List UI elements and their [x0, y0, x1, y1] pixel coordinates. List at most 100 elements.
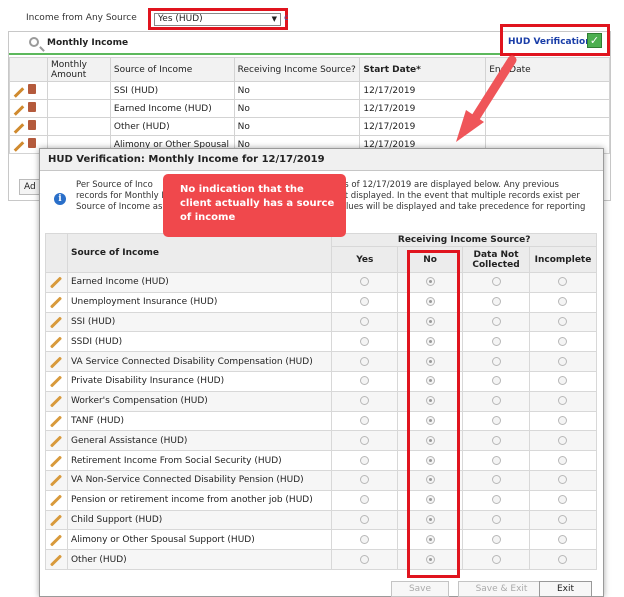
row-edit[interactable] [45, 549, 68, 570]
radio-no[interactable] [425, 297, 435, 307]
radio-incomplete[interactable] [558, 277, 568, 287]
row-edit[interactable] [45, 450, 68, 471]
radio-incomplete[interactable] [558, 554, 568, 564]
radio-yes[interactable] [360, 396, 370, 406]
row-edit[interactable] [45, 390, 68, 412]
radio-no[interactable] [425, 475, 435, 485]
radio-yes[interactable] [360, 514, 370, 524]
radio-yes[interactable] [360, 475, 370, 485]
trash-icon[interactable] [27, 84, 36, 94]
radio-yes[interactable] [360, 495, 370, 505]
checkmark-icon[interactable]: ✓ [587, 33, 602, 48]
pencil-icon[interactable] [50, 514, 63, 527]
radio-dnc[interactable] [491, 277, 501, 287]
hud-verification-link[interactable]: HUD Verification [508, 37, 592, 47]
radio-dnc[interactable] [491, 554, 501, 564]
radio-incomplete[interactable] [558, 297, 568, 307]
radio-dnc[interactable] [491, 316, 501, 326]
radio-incomplete[interactable] [558, 435, 568, 445]
row-edit[interactable] [45, 430, 68, 452]
radio-dnc[interactable] [491, 435, 501, 445]
radio-incomplete[interactable] [558, 495, 568, 505]
pencil-icon[interactable] [50, 455, 63, 468]
income-any-source-select[interactable]: Yes (HUD) ▼ [154, 13, 281, 26]
radio-incomplete[interactable] [558, 396, 568, 406]
pencil-icon[interactable] [50, 395, 63, 408]
pencil-icon[interactable] [50, 415, 63, 428]
radio-dnc[interactable] [491, 455, 501, 465]
trash-icon[interactable] [27, 138, 36, 148]
pencil-icon[interactable] [50, 276, 63, 289]
radio-no[interactable] [425, 336, 435, 346]
radio-yes[interactable] [360, 356, 370, 366]
radio-dnc[interactable] [491, 396, 501, 406]
radio-incomplete[interactable] [558, 356, 568, 366]
radio-incomplete[interactable] [558, 415, 568, 425]
pencil-icon[interactable] [13, 105, 25, 116]
trash-icon[interactable] [27, 102, 36, 112]
radio-yes[interactable] [360, 554, 370, 564]
radio-incomplete[interactable] [558, 376, 568, 386]
pencil-icon[interactable] [50, 336, 63, 349]
radio-no[interactable] [425, 316, 435, 326]
pencil-icon[interactable] [50, 554, 63, 567]
pencil-icon[interactable] [50, 296, 63, 309]
radio-incomplete[interactable] [558, 336, 568, 346]
radio-no[interactable] [425, 554, 435, 564]
pencil-icon[interactable] [50, 494, 63, 507]
radio-no[interactable] [425, 514, 435, 524]
row-edit[interactable] [45, 469, 68, 491]
radio-no[interactable] [425, 495, 435, 505]
radio-no[interactable] [425, 376, 435, 386]
radio-dnc[interactable] [491, 297, 501, 307]
radio-no[interactable] [425, 396, 435, 406]
radio-yes[interactable] [360, 316, 370, 326]
radio-no[interactable] [425, 356, 435, 366]
pencil-icon[interactable] [50, 356, 63, 369]
radio-dnc[interactable] [491, 534, 501, 544]
radio-yes[interactable] [360, 277, 370, 287]
pencil-icon[interactable] [13, 141, 25, 152]
save-button[interactable]: Save [391, 581, 449, 597]
radio-dnc[interactable] [491, 336, 501, 346]
radio-incomplete[interactable] [558, 534, 568, 544]
pencil-icon[interactable] [50, 534, 63, 547]
pencil-icon[interactable] [50, 435, 63, 448]
row-edit[interactable] [45, 351, 68, 372]
pencil-icon[interactable] [50, 474, 63, 487]
radio-yes[interactable] [360, 455, 370, 465]
pencil-icon[interactable] [50, 375, 63, 388]
pencil-icon[interactable] [50, 316, 63, 329]
radio-no[interactable] [425, 534, 435, 544]
row-edit[interactable] [45, 272, 68, 293]
radio-yes[interactable] [360, 435, 370, 445]
row-edit[interactable] [45, 410, 68, 432]
radio-yes[interactable] [360, 376, 370, 386]
radio-yes[interactable] [360, 534, 370, 544]
row-edit[interactable] [45, 509, 68, 531]
row-edit[interactable] [45, 311, 68, 333]
radio-dnc[interactable] [491, 475, 501, 485]
trash-icon[interactable] [27, 120, 36, 130]
select-extra-link[interactable]: c [284, 13, 288, 22]
radio-dnc[interactable] [491, 495, 501, 505]
radio-dnc[interactable] [491, 514, 501, 524]
row-edit[interactable] [45, 489, 68, 511]
radio-no[interactable] [425, 415, 435, 425]
row-edit[interactable] [45, 370, 68, 392]
radio-no[interactable] [425, 435, 435, 445]
radio-incomplete[interactable] [558, 455, 568, 465]
radio-incomplete[interactable] [558, 475, 568, 485]
radio-incomplete[interactable] [558, 514, 568, 524]
pencil-icon[interactable] [13, 123, 25, 134]
radio-dnc[interactable] [491, 356, 501, 366]
radio-dnc[interactable] [491, 376, 501, 386]
row-edit[interactable] [45, 331, 68, 353]
radio-incomplete[interactable] [558, 316, 568, 326]
row-edit[interactable] [45, 291, 68, 313]
radio-yes[interactable] [360, 415, 370, 425]
radio-yes[interactable] [360, 336, 370, 346]
exit-button[interactable]: Exit [539, 581, 592, 597]
pencil-icon[interactable] [13, 87, 25, 98]
radio-dnc[interactable] [491, 415, 501, 425]
